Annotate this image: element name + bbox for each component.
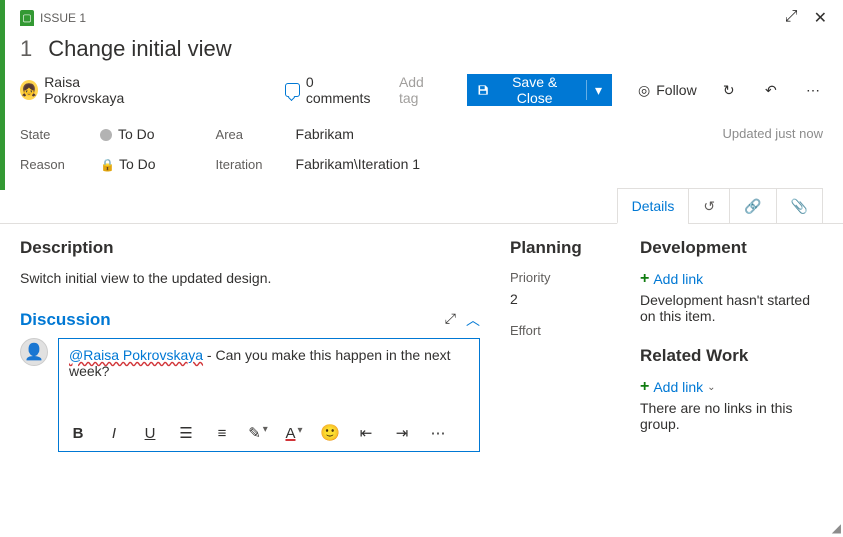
- italic-button[interactable]: I: [105, 425, 123, 442]
- iteration-value[interactable]: Fabrikam\Iteration 1: [296, 156, 421, 172]
- editor-toolbar: B I U ☰ ≡ ✎▾ A▾ 🙂 ⇤ ⇥ ⋯: [59, 417, 479, 451]
- discussion-box: 👤 @Raisa Pokrovskaya - Can you make this…: [20, 338, 480, 452]
- plus-icon: +: [640, 378, 649, 396]
- follow-button[interactable]: ◎ Follow: [638, 82, 697, 99]
- related-hint: There are no links in this group.: [640, 400, 823, 432]
- attachment-icon: 📎: [791, 198, 808, 215]
- dev-add-link-label: Add link: [653, 271, 703, 287]
- underline-button[interactable]: U: [141, 425, 159, 442]
- priority-label: Priority: [510, 270, 610, 285]
- discussion-collapse-icon[interactable]: ︿: [466, 310, 480, 330]
- development-title: Development: [640, 238, 823, 258]
- col-description: Description Switch initial view to the u…: [20, 238, 480, 452]
- reason-value[interactable]: 🔒To Do: [100, 156, 156, 172]
- related-add-link-label: Add link: [653, 379, 703, 395]
- mention[interactable]: @Raisa Pokrovskaya: [69, 347, 203, 363]
- header: ▢ ISSUE 1 ⤢ ✕: [0, 0, 843, 32]
- emoji-button[interactable]: 🙂: [321, 423, 339, 443]
- dev-add-link[interactable]: + Add link: [640, 270, 823, 288]
- lock-icon: 🔒: [100, 158, 115, 172]
- follow-label: Follow: [656, 82, 696, 98]
- follow-icon: ◎: [638, 82, 650, 99]
- tabs: Details ↺ 🔗 📎: [0, 188, 843, 224]
- discussion-avatar: 👤: [20, 338, 48, 366]
- issue-id: 1: [20, 36, 32, 62]
- iteration-label: Iteration: [216, 157, 272, 172]
- fields: State To Do Reason 🔒To Do Area Fabrikam …: [0, 116, 843, 188]
- indent-button[interactable]: ⇥: [393, 424, 411, 442]
- window-controls: ⤢ ✕: [785, 8, 827, 28]
- link-icon: 🔗: [744, 198, 761, 215]
- fields-col-2: Area Fabrikam Iteration Fabrikam\Iterati…: [216, 126, 421, 172]
- chevron-down-icon: ⌄: [707, 382, 715, 393]
- discussion-title: Discussion: [20, 310, 111, 330]
- tab-links[interactable]: 🔗: [729, 188, 775, 223]
- priority-value[interactable]: 2: [510, 291, 610, 307]
- state-label: State: [20, 127, 76, 142]
- comment-icon: [285, 83, 300, 97]
- reason-label: Reason: [20, 157, 76, 172]
- tab-attachments[interactable]: 📎: [776, 188, 823, 223]
- area-value[interactable]: Fabrikam: [296, 126, 354, 142]
- description-text[interactable]: Switch initial view to the updated desig…: [20, 270, 480, 286]
- save-label: Save & Close: [497, 74, 572, 106]
- bullet-list-button[interactable]: ☰: [177, 424, 195, 442]
- state-value[interactable]: To Do: [100, 126, 155, 142]
- save-close-button[interactable]: Save & Close ▾: [467, 74, 612, 106]
- expand-icon[interactable]: ⤢: [785, 8, 798, 28]
- discussion-header: Discussion ⤢ ︿: [20, 310, 480, 330]
- effort-label: Effort: [510, 323, 610, 338]
- issue-badge: ▢ ISSUE 1: [20, 10, 86, 26]
- planning-title: Planning: [510, 238, 610, 258]
- tab-details[interactable]: Details: [617, 188, 689, 224]
- col-planning: Planning Priority 2 Effort: [510, 238, 610, 452]
- save-dropdown[interactable]: ▾: [586, 80, 602, 100]
- outdent-button[interactable]: ⇤: [357, 424, 375, 442]
- history-icon: ↺: [703, 198, 715, 215]
- state-dot-icon: [100, 129, 112, 141]
- avatar: 👧: [20, 80, 38, 100]
- area-label: Area: [216, 127, 272, 142]
- close-icon[interactable]: ✕: [814, 8, 827, 28]
- tab-history[interactable]: ↺: [688, 188, 729, 223]
- assignee[interactable]: 👧 Raisa Pokrovskaya: [20, 74, 153, 106]
- add-tag[interactable]: Add tag: [399, 74, 443, 106]
- updated-label: Updated just now: [723, 126, 823, 141]
- bold-button[interactable]: B: [69, 425, 87, 442]
- comments-count[interactable]: 0 comments: [285, 74, 375, 106]
- comments-label: 0 comments: [306, 74, 375, 106]
- numbered-list-button[interactable]: ≡: [213, 425, 231, 442]
- text-color-button[interactable]: A▾: [285, 425, 303, 442]
- title-row: 1 Change initial view: [0, 32, 843, 70]
- toolbar-more-button[interactable]: ⋯: [429, 424, 447, 442]
- resize-handle[interactable]: ◢: [832, 521, 841, 535]
- editor-content[interactable]: @Raisa Pokrovskaya - Can you make this h…: [59, 339, 479, 417]
- fields-col-1: State To Do Reason 🔒To Do: [20, 126, 156, 172]
- meta-row: 👧 Raisa Pokrovskaya 0 comments Add tag S…: [0, 70, 843, 116]
- col-right: Development + Add link Development hasn'…: [640, 238, 823, 452]
- discussion-editor[interactable]: @Raisa Pokrovskaya - Can you make this h…: [58, 338, 480, 452]
- refresh-icon[interactable]: ↻: [719, 79, 739, 101]
- development-hint: Development hasn't started on this item.: [640, 292, 823, 324]
- related-title: Related Work: [640, 346, 823, 366]
- undo-icon[interactable]: ↶: [761, 79, 781, 101]
- issue-title[interactable]: Change initial view: [48, 36, 231, 62]
- body: Description Switch initial view to the u…: [0, 224, 843, 452]
- description-title: Description: [20, 238, 480, 258]
- issue-type-icon: ▢: [20, 10, 34, 26]
- issue-label: ISSUE 1: [40, 11, 86, 25]
- discussion-expand-icon[interactable]: ⤢: [445, 310, 456, 330]
- related-add-link[interactable]: + Add link ⌄: [640, 378, 823, 396]
- highlight-button[interactable]: ✎▾: [249, 424, 267, 442]
- more-icon[interactable]: ⋯: [803, 79, 823, 101]
- assignee-name: Raisa Pokrovskaya: [44, 74, 153, 106]
- plus-icon: +: [640, 270, 649, 288]
- save-icon: [477, 83, 489, 97]
